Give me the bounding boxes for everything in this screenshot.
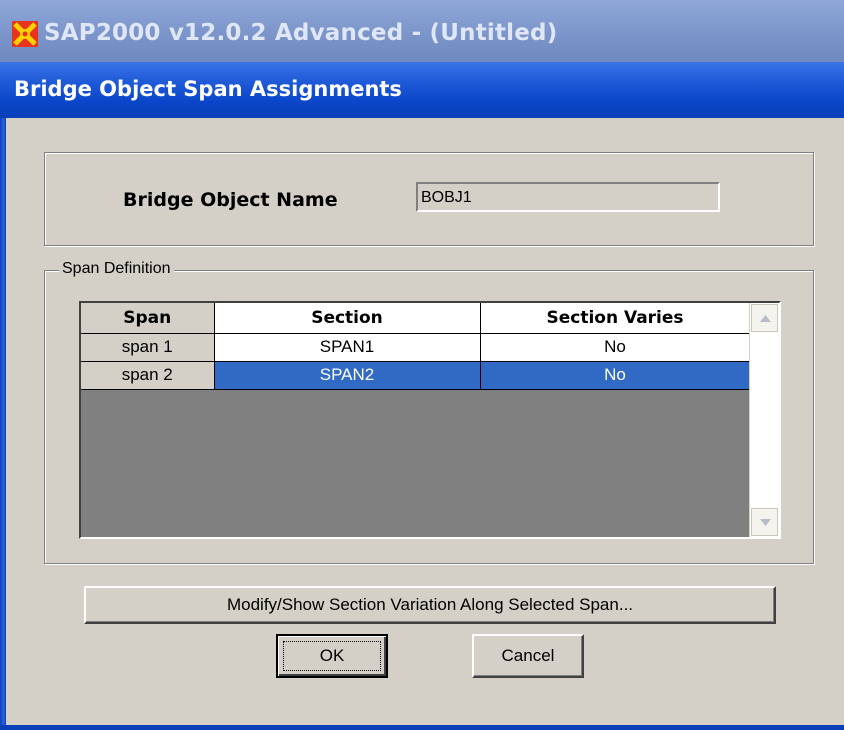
table-header-row: Span Section Section Varies xyxy=(81,303,751,334)
dialog-title-bar[interactable]: Bridge Object Span Assignments xyxy=(0,62,844,118)
row-header-span[interactable]: span 2 xyxy=(81,361,215,390)
section-varies-cell[interactable]: No xyxy=(480,361,751,390)
grid-vertical-scrollbar[interactable] xyxy=(749,303,779,537)
bridge-object-name-group: Bridge Object Name BOBJ1 xyxy=(44,152,814,246)
dialog-left-border xyxy=(0,118,6,730)
cancel-button[interactable]: Cancel xyxy=(472,634,584,678)
scroll-up-button[interactable] xyxy=(751,304,778,332)
modify-section-variation-button[interactable]: Modify/Show Section Variation Along Sele… xyxy=(84,586,776,624)
dialog-title: Bridge Object Span Assignments xyxy=(14,77,402,101)
section-cell[interactable]: SPAN1 xyxy=(214,333,481,362)
table-row-selected[interactable]: span 2 SPAN2 No xyxy=(81,361,751,390)
ok-button-label: OK xyxy=(283,641,381,671)
span-grid[interactable]: Span Section Section Varies span 1 SPAN1… xyxy=(79,301,781,539)
table-row[interactable]: span 1 SPAN1 No xyxy=(81,333,751,362)
span-table: Span Section Section Varies span 1 SPAN1… xyxy=(81,303,751,390)
app-title: SAP2000 v12.0.2 Advanced - (Untitled) xyxy=(44,20,558,46)
app-title-bar[interactable]: SAP2000 v12.0.2 Advanced - (Untitled) xyxy=(0,0,844,62)
span-definition-group: Span Definition Span Section Section Var… xyxy=(44,260,814,564)
bridge-object-name-field: BOBJ1 xyxy=(416,182,720,212)
arrow-up-icon xyxy=(760,315,771,322)
column-header-span[interactable]: Span xyxy=(81,303,215,334)
section-varies-cell[interactable]: No xyxy=(480,333,751,362)
arrow-down-icon xyxy=(760,519,771,526)
column-header-section-varies[interactable]: Section Varies xyxy=(480,303,751,334)
scroll-down-button[interactable] xyxy=(751,508,778,536)
row-header-span[interactable]: span 1 xyxy=(81,333,215,362)
section-cell[interactable]: SPAN2 xyxy=(214,361,481,390)
span-definition-legend: Span Definition xyxy=(59,260,174,278)
ok-button[interactable]: OK xyxy=(276,634,388,678)
sap2000-logo-icon xyxy=(12,21,38,47)
bridge-object-name-label: Bridge Object Name xyxy=(123,189,338,211)
dialog-bottom-border xyxy=(0,725,844,730)
bridge-span-assignments-dialog: Bridge Object Span Assignments Bridge Ob… xyxy=(0,62,844,730)
column-header-section[interactable]: Section xyxy=(214,303,481,334)
